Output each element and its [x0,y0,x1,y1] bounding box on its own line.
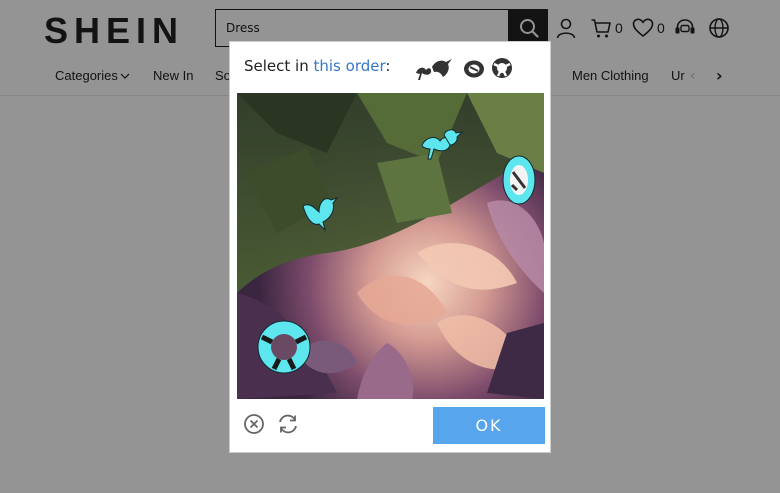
close-button[interactable] [243,413,265,435]
hummingbird-flower-icon [416,59,452,80]
lifebuoy-icon [492,58,512,78]
captcha-painting [237,93,544,399]
tray-dish-icon [464,60,484,78]
refresh-icon [279,414,297,434]
ok-button[interactable]: OK [433,407,545,444]
close-circle-icon [244,414,264,434]
captcha-instruction: Select in this order: [244,57,391,75]
captcha-image[interactable] [237,93,544,399]
captcha-dialog: Select in this order: OK [229,41,551,453]
lifebuoy-icon[interactable] [257,320,311,374]
captcha-order-icons [416,58,512,80]
captcha-order-link: this order [313,57,386,75]
refresh-button[interactable] [277,413,299,435]
tray-dish-icon[interactable] [502,155,536,205]
